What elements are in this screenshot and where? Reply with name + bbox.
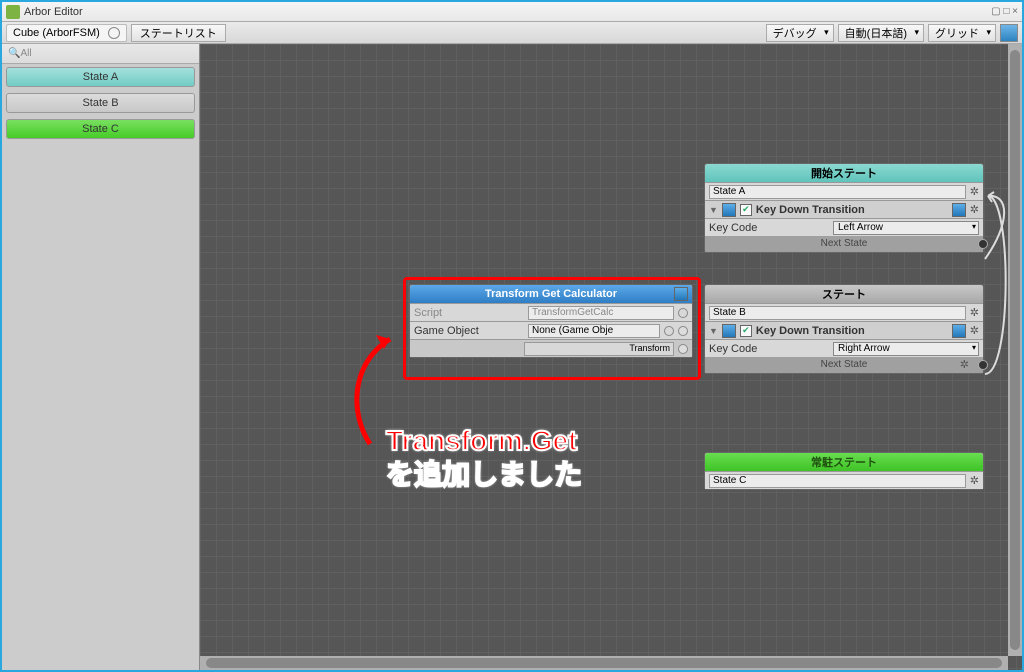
gameobject-label: Game Object	[414, 325, 524, 337]
enabled-checkbox[interactable]: ✔	[740, 325, 752, 337]
script-field[interactable]: TransformGetCalc	[528, 306, 674, 320]
toolbar: Cube (ArborFSM) ステートリスト デバッグ 自動(日本語) グリッ…	[2, 22, 1022, 44]
titlebar[interactable]: Arbor Editor ▢ □ ×	[2, 2, 1022, 22]
foldout-icon[interactable]: ▼	[709, 205, 718, 215]
script-icon	[722, 203, 736, 217]
gear-icon[interactable]: ✲	[970, 474, 979, 487]
breadcrumb-target-icon[interactable]	[108, 27, 120, 39]
next-state-label: Next State	[821, 359, 868, 370]
gameobject-field[interactable]: None (Game Obje	[528, 324, 660, 338]
output-port[interactable]	[678, 344, 688, 354]
sidebar-item-state-b[interactable]: State B	[6, 93, 195, 113]
keycode-label: Key Code	[709, 343, 829, 355]
object-picker-icon[interactable]	[664, 326, 674, 336]
capture-icon[interactable]	[1000, 24, 1018, 42]
sidebar-item-state-a[interactable]: State A	[6, 67, 195, 87]
help-icon[interactable]	[952, 324, 966, 338]
annotation-line1: Transform.Get	[386, 424, 582, 458]
help-icon[interactable]	[674, 287, 688, 301]
state-name-field[interactable]: State A	[709, 185, 966, 199]
script-label: Script	[414, 307, 524, 319]
object-picker-icon[interactable]	[678, 308, 688, 318]
window-title: Arbor Editor	[24, 6, 991, 18]
graph-canvas[interactable]: 開始ステート State A ✲ ▼ ✔ Key Down Transition…	[200, 44, 1022, 670]
sidebar-item-state-c[interactable]: State C	[6, 119, 195, 139]
enabled-checkbox[interactable]: ✔	[740, 204, 752, 216]
transition-title: Key Down Transition	[756, 325, 865, 337]
language-dropdown[interactable]: 自動(日本語)	[838, 24, 924, 42]
node-transform-get-calculator[interactable]: Transform Get Calculator Script Transfor…	[409, 284, 693, 358]
search-input[interactable]: 🔍All	[2, 44, 199, 64]
gear-icon[interactable]: ✲	[970, 185, 979, 198]
annotation-line2: を追加しました	[386, 458, 582, 492]
next-state-slot[interactable]: Next State ✲	[705, 357, 983, 373]
node-resident-state[interactable]: 常駐ステート State C ✲	[704, 452, 984, 490]
gear-icon[interactable]: ✲	[970, 324, 979, 337]
transition-title: Key Down Transition	[756, 204, 865, 216]
foldout-icon[interactable]: ▼	[709, 326, 718, 336]
horizontal-scrollbar[interactable]	[200, 656, 1008, 670]
node-state-b[interactable]: ステート State B ✲ ▼ ✔ Key Down Transition ✲…	[704, 284, 984, 374]
search-placeholder: All	[20, 48, 31, 59]
keycode-label: Key Code	[709, 222, 829, 234]
gear-icon[interactable]: ✲	[970, 306, 979, 319]
content: 🔍All State A State B State C 開始ステート Stat…	[2, 44, 1022, 670]
help-icon[interactable]	[952, 203, 966, 217]
breadcrumb[interactable]: Cube (ArborFSM)	[6, 24, 127, 42]
sidebar: 🔍All State A State B State C	[2, 44, 200, 670]
next-state-label: Next State	[821, 238, 868, 249]
output-port[interactable]	[978, 360, 988, 370]
node-header: Transform Get Calculator	[410, 285, 692, 303]
input-port[interactable]	[678, 326, 688, 336]
debug-dropdown[interactable]: デバッグ	[766, 24, 834, 42]
gear-icon[interactable]: ✲	[960, 357, 969, 373]
window-buttons[interactable]: ▢ □ ×	[991, 6, 1018, 17]
node-header: ステート	[705, 285, 983, 303]
annotation-text: Transform.Get を追加しました	[386, 424, 582, 491]
state-list-button[interactable]: ステートリスト	[131, 24, 226, 42]
gear-icon[interactable]: ✲	[970, 203, 979, 216]
script-icon	[722, 324, 736, 338]
keycode-dropdown[interactable]: Left Arrow	[833, 221, 979, 235]
next-state-slot[interactable]: Next State	[705, 236, 983, 252]
editor-window: Arbor Editor ▢ □ × Cube (ArborFSM) ステートリ…	[0, 0, 1024, 672]
grid-dropdown[interactable]: グリッド	[928, 24, 996, 42]
breadcrumb-label: Cube (ArborFSM)	[13, 27, 100, 39]
output-field: Transform	[524, 342, 674, 356]
node-start-state[interactable]: 開始ステート State A ✲ ▼ ✔ Key Down Transition…	[704, 163, 984, 253]
keycode-dropdown[interactable]: Right Arrow	[833, 342, 979, 356]
app-icon	[6, 5, 20, 19]
state-name-field[interactable]: State B	[709, 306, 966, 320]
node-header: 常駐ステート	[705, 453, 983, 471]
node-title: Transform Get Calculator	[485, 288, 617, 300]
vertical-scrollbar[interactable]	[1008, 44, 1022, 656]
output-port[interactable]	[978, 239, 988, 249]
node-header: 開始ステート	[705, 164, 983, 182]
state-name-field[interactable]: State C	[709, 474, 966, 488]
